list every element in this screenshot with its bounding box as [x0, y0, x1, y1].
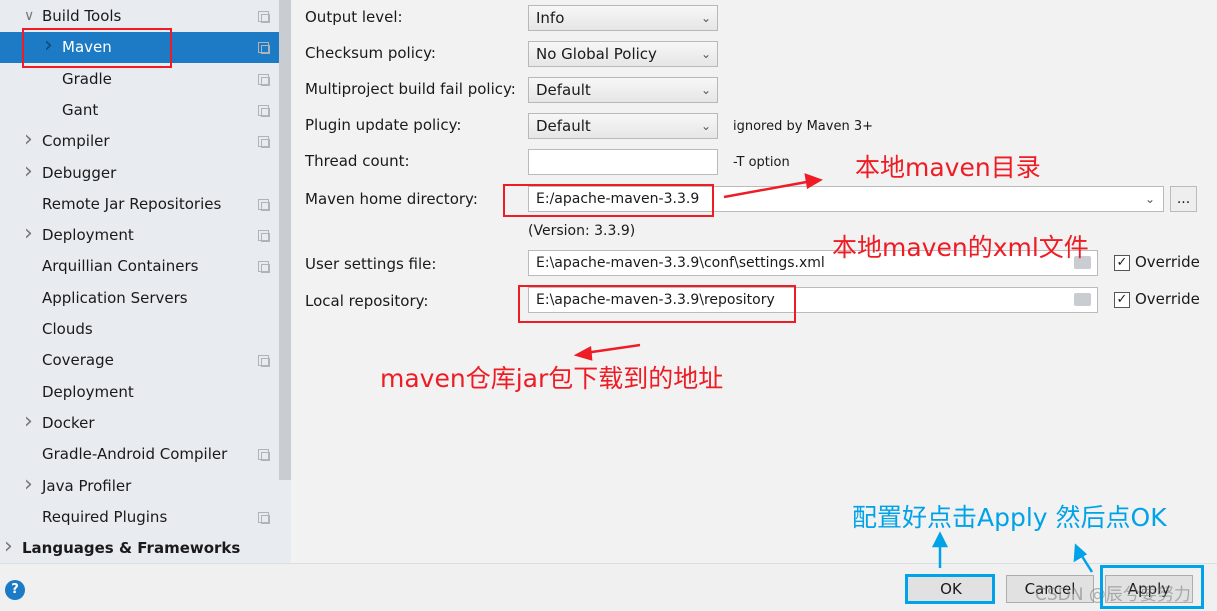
local-repo-override-checkbox[interactable]: ✓ — [1114, 292, 1130, 308]
thread-count-label: Thread count: — [305, 152, 410, 170]
plugin-update-value: Default — [536, 117, 591, 135]
user-settings-value: E:\apache-maven-3.3.9\conf\settings.xml — [536, 255, 825, 271]
checksum-policy-label: Checksum policy: — [305, 44, 436, 62]
project-scope-icon — [258, 42, 270, 55]
sidebar-item[interactable]: › Deployment — [0, 220, 279, 251]
sidebar-item-label: Docker — [42, 413, 95, 432]
maven-version: (Version: 3.3.9) — [528, 223, 636, 239]
annotation-box — [503, 184, 714, 217]
output-level-value: Info — [536, 9, 565, 27]
output-level-label: Output level: — [305, 8, 403, 26]
chevron-down-icon: ⌄ — [700, 119, 711, 133]
sidebar-item-label: Gradle-Android Compiler — [42, 445, 228, 464]
project-scope-icon — [258, 198, 270, 211]
project-scope-icon — [258, 449, 270, 462]
annotation-box — [1100, 565, 1204, 609]
sidebar-item-label: Arquillian Containers — [42, 257, 199, 276]
sidebar-item[interactable]: Gant — [0, 95, 279, 126]
multiproject-label: Multiproject build fail policy: — [305, 80, 516, 98]
sidebar-item[interactable]: Arquillian Containers — [0, 251, 279, 282]
chevron-down-icon: ⌄ — [700, 11, 711, 25]
chevron-right-icon[interactable]: › — [24, 406, 33, 437]
chevron-down-icon: ⌄ — [700, 47, 711, 61]
project-scope-icon — [258, 355, 270, 368]
annotation-box — [905, 574, 995, 604]
folder-icon[interactable] — [1074, 293, 1091, 306]
sidebar-item-label: Deployment — [42, 382, 134, 401]
sidebar-item-label: Compiler — [42, 132, 110, 151]
project-scope-icon — [258, 136, 270, 149]
annotation-settings: 本地maven的xml文件 — [832, 233, 1089, 262]
sidebar-item-label: Java Profiler — [42, 476, 132, 495]
checksum-policy-value: No Global Policy — [536, 45, 657, 63]
sidebar-item-label: Clouds — [42, 320, 93, 338]
user-settings-override-checkbox[interactable]: ✓ — [1114, 255, 1130, 271]
sidebar-item[interactable]: › Compiler — [0, 126, 279, 157]
help-icon[interactable]: ? — [5, 580, 25, 600]
chevron-right-icon[interactable]: › — [24, 156, 33, 187]
sidebar-scrollbar[interactable] — [279, 0, 291, 480]
sidebar-item-label: Required Plugins — [42, 507, 168, 526]
sidebar-item-label: Gant — [62, 100, 99, 119]
sidebar-item[interactable]: Remote Jar Repositories — [0, 189, 279, 220]
sidebar-item-label: Gradle — [62, 69, 112, 88]
annotation-box — [22, 28, 172, 68]
chevron-right-icon[interactable]: › — [4, 531, 13, 562]
plugin-update-select[interactable]: Default ⌄ — [528, 113, 718, 139]
sidebar-item-label: Deployment — [42, 226, 134, 245]
plugin-update-label: Plugin update policy: — [305, 116, 462, 134]
browse-button[interactable]: ... — [1170, 186, 1197, 212]
sidebar-item[interactable]: Gradle-Android Compiler — [0, 439, 279, 470]
chevron-down-icon: ⌄ — [1144, 192, 1155, 206]
sidebar-item[interactable]: › Java Profiler — [0, 471, 279, 502]
checksum-policy-select[interactable]: No Global Policy ⌄ — [528, 41, 718, 67]
sidebar-item-label: Coverage — [42, 351, 114, 370]
project-scope-icon — [258, 230, 270, 243]
user-settings-label: User settings file: — [305, 255, 437, 273]
annotation-box — [518, 285, 796, 323]
sidebar-item[interactable]: Gradle — [0, 64, 279, 95]
output-level-select[interactable]: Info ⌄ — [528, 5, 718, 31]
multiproject-select[interactable]: Default ⌄ — [528, 77, 718, 103]
sidebar-item[interactable]: Clouds — [0, 314, 279, 345]
maven-home-label: Maven home directory: — [305, 190, 478, 208]
project-scope-icon — [258, 104, 270, 117]
annotation-repo: maven仓库jar包下载到的地址 — [380, 364, 724, 393]
sidebar-item-label: Languages & Frameworks — [22, 539, 241, 558]
plugin-update-hint: ignored by Maven 3+ — [733, 119, 873, 134]
multiproject-value: Default — [536, 81, 591, 99]
chevron-right-icon[interactable]: › — [24, 124, 33, 155]
chevron-right-icon[interactable]: › — [24, 469, 33, 500]
sidebar-item[interactable]: Application Servers — [0, 283, 279, 314]
sidebar-item[interactable]: Required Plugins — [0, 502, 279, 533]
chevron-right-icon[interactable]: › — [24, 218, 33, 249]
sidebar-item[interactable]: › Languages & Frameworks — [0, 533, 279, 564]
chevron-down-icon: ⌄ — [700, 83, 711, 97]
sidebar-item[interactable]: Coverage — [0, 345, 279, 376]
override-label: Override — [1135, 290, 1200, 308]
settings-tree: ∨ Build Tools › Maven Gradle Gant › Compiler › De… — [0, 0, 291, 563]
sidebar-item[interactable]: › Docker — [0, 408, 279, 439]
override-label: Override — [1135, 253, 1200, 271]
annotation-maven-home: 本地maven目录 — [855, 153, 1041, 182]
sidebar-item-label: Debugger — [42, 163, 117, 182]
project-scope-icon — [258, 511, 270, 524]
thread-count-input[interactable] — [528, 149, 718, 175]
project-scope-icon — [258, 261, 270, 274]
project-scope-icon — [258, 73, 270, 86]
sidebar-item[interactable]: Deployment — [0, 377, 279, 408]
project-scope-icon — [258, 11, 270, 23]
sidebar-item[interactable]: › Debugger — [0, 158, 279, 189]
thread-count-hint: -T option — [733, 155, 790, 170]
annotation-apply: 配置好点击Apply 然后点OK — [852, 503, 1167, 532]
sidebar-item-label: Application Servers — [42, 288, 188, 307]
sidebar-item-label: Remote Jar Repositories — [42, 194, 222, 213]
local-repo-label: Local repository: — [305, 292, 429, 310]
